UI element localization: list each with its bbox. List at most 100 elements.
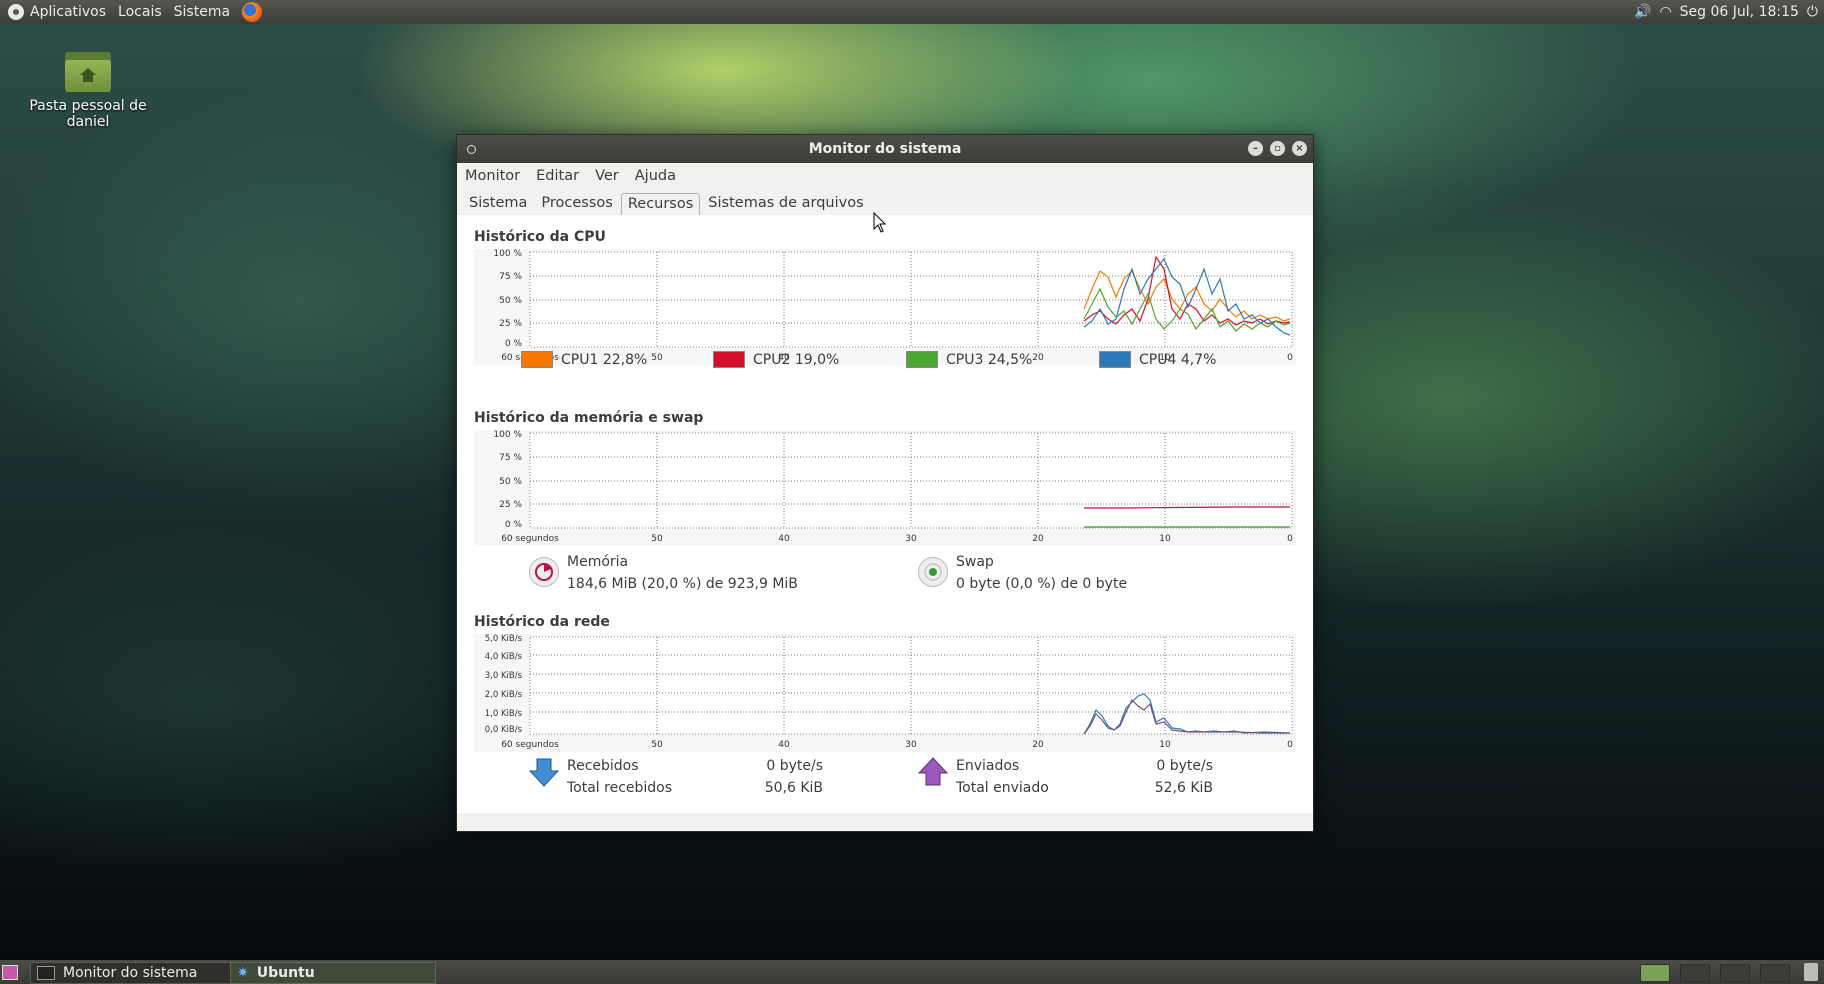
memory-xtick: 20 (1032, 534, 1044, 544)
legend-cpu2-name: CPU2 (753, 351, 791, 368)
system-monitor-icon (37, 966, 55, 980)
tab-sistema[interactable]: Sistema (463, 195, 533, 215)
memory-ytick: 0 % (505, 520, 523, 530)
ubuntu-logo-icon[interactable] (8, 4, 24, 20)
cpu-ytick: 75 % (499, 272, 522, 282)
menu-ver[interactable]: Ver (595, 168, 619, 184)
network-xtick: 30 (905, 740, 917, 750)
workspace-1[interactable] (1640, 964, 1670, 982)
sent-label: Enviados (956, 758, 1020, 774)
workspace-3[interactable] (1720, 964, 1750, 982)
total-sent-value: 52,6 KiB (1154, 780, 1213, 796)
menu-sistema[interactable]: Sistema (174, 4, 230, 20)
workspace-4[interactable] (1760, 964, 1790, 982)
memory-pie-icon[interactable] (529, 557, 559, 587)
network-ytick: 1,0 KiB/s (485, 709, 523, 719)
network-ytick: 2,0 KiB/s (485, 690, 523, 700)
memory-xtick: 50 (651, 534, 663, 544)
network-graph: 5,0 KiB/s 4,0 KiB/s 3,0 KiB/s 2,0 KiB/s … (474, 634, 1296, 752)
cpu2-color-swatch[interactable] (713, 351, 745, 368)
menu-editar[interactable]: Editar (536, 168, 579, 184)
menu-ajuda[interactable]: Ajuda (635, 168, 676, 184)
network-xtick: 50 (651, 740, 663, 750)
cpu-xtick: 50 (651, 353, 663, 363)
firefox-launcher-icon[interactable] (242, 2, 263, 22)
legend-cpu2-value: 19,0% (794, 351, 840, 368)
network-graph-svg: 5,0 KiB/s 4,0 KiB/s 3,0 KiB/s 2,0 KiB/s … (485, 634, 1293, 750)
wifi-icon[interactable]: ◠ (1659, 4, 1671, 20)
tab-sistemas-de-arquivos[interactable]: Sistemas de arquivos (702, 195, 869, 215)
ubuntu-sun-icon: ✷ (237, 965, 249, 981)
clock[interactable]: Seg 06 Jul, 18:15 (1680, 4, 1799, 20)
swap-value: 0 byte (0,0 %) de 0 byte (956, 576, 1128, 592)
memory-graph: 100 % 75 % 50 % 25 % 0 % 60 segundos 50 … (474, 430, 1296, 546)
tab-recursos[interactable]: Recursos (620, 193, 701, 216)
memory-ytick: 75 % (499, 453, 522, 463)
cpu-ytick: 0 % (505, 339, 523, 349)
network-xtick: 40 (778, 740, 790, 750)
legend-cpu4-value: 4,7% (1180, 351, 1217, 368)
cpu-graph-svg: 100 % 75 % 50 % 25 % 0 % 60 segundos 50 … (493, 249, 1293, 363)
network-xtick: 20 (1032, 740, 1044, 750)
legend-cpu1-value: 22,8% (602, 351, 648, 368)
cpu3-color-swatch[interactable] (906, 351, 938, 368)
cpu-graph: 100 % 75 % 50 % 25 % 0 % 60 segundos 50 … (474, 249, 1296, 365)
total-sent-label: Total enviado (956, 780, 1049, 796)
maximize-icon[interactable]: ▫ (1270, 141, 1285, 156)
received-icon[interactable] (528, 757, 560, 791)
desktop-home-folder-label: Pasta pessoal de daniel (29, 98, 147, 130)
received-label: Recebidos (567, 758, 639, 774)
show-desktop-icon[interactable] (2, 965, 18, 980)
taskbar-item-monitor-label: Monitor do sistema (63, 965, 198, 981)
cpu-xtick: 0 (1287, 353, 1293, 363)
top-panel-indicators: 🔊 ◠ Seg 06 Jul, 18:15 ⏻ (1634, 0, 1824, 24)
memory-label: Memória (567, 554, 629, 570)
legend-cpu1[interactable]: CPU1 22,8% (521, 351, 647, 368)
volume-icon[interactable]: 🔊 (1634, 4, 1651, 20)
legend-cpu3[interactable]: CPU3 24,5% (906, 351, 1032, 368)
cpu-ytick: 50 % (499, 296, 522, 306)
desktop-home-folder[interactable]: Pasta pessoal de daniel (28, 52, 148, 130)
cpu1-color-swatch[interactable] (521, 351, 553, 368)
system-monitor-window: Monitor do sistema – ▫ × Monitor Editar … (456, 134, 1314, 832)
legend-cpu2[interactable]: CPU2 19,0% (713, 351, 839, 368)
taskbar-item-ubuntu[interactable]: ✷ Ubuntu (230, 962, 436, 984)
memory-xtick: 0 (1287, 534, 1293, 544)
legend-cpu4[interactable]: CPU4 4,7% (1099, 351, 1216, 368)
top-panel: Aplicativos Locais Sistema 🔊 ◠ Seg 06 Ju… (0, 0, 1824, 24)
window-titlebar[interactable]: Monitor do sistema – ▫ × (457, 135, 1313, 163)
trash-icon[interactable] (1804, 963, 1818, 981)
window-statusbar (457, 813, 1313, 831)
mouse-cursor-icon (873, 212, 887, 233)
menu-aplicativos[interactable]: Aplicativos (30, 4, 106, 20)
legend-cpu4-name: CPU4 (1139, 351, 1177, 368)
taskbar-item-monitor[interactable]: Monitor do sistema (30, 962, 234, 984)
network-section-title: Histórico da rede (474, 614, 610, 630)
menubar: Monitor Editar Ver Ajuda (457, 163, 1313, 189)
network-xtick: 0 (1287, 740, 1293, 750)
network-xtick: 10 (1159, 740, 1171, 750)
menu-locais[interactable]: Locais (118, 4, 162, 20)
minimize-icon[interactable]: – (1248, 141, 1263, 156)
swap-info: Swap 0 byte (0,0 %) de 0 byte (956, 551, 1127, 595)
memory-info: Memória 184,6 MiB (20,0 %) de 923,9 MiB (567, 551, 798, 595)
cpu-section-title: Histórico da CPU (474, 229, 606, 245)
workspace-2[interactable] (1680, 964, 1710, 982)
tab-processos[interactable]: Processos (535, 195, 618, 215)
menu-monitor[interactable]: Monitor (465, 168, 520, 184)
memory-graph-svg: 100 % 75 % 50 % 25 % 0 % 60 segundos 50 … (493, 430, 1293, 544)
memory-ytick: 100 % (493, 430, 522, 440)
cpu4-color-swatch[interactable] (1099, 351, 1131, 368)
resources-panel: Histórico da CPU 100 % 75 % 50 % 25 % 0 … (457, 215, 1313, 814)
close-icon[interactable]: × (1292, 141, 1307, 156)
memory-xtick: 60 segundos (501, 534, 559, 544)
sent-rate: 0 byte/s (1156, 758, 1213, 774)
bottom-panel: Monitor do sistema ✷ Ubuntu (0, 960, 1824, 984)
swap-pie-icon[interactable] (918, 557, 948, 587)
legend-cpu3-name: CPU3 (946, 351, 984, 368)
power-icon[interactable]: ⏻ (1807, 4, 1818, 20)
sent-icon[interactable] (917, 757, 949, 791)
network-xtick: 60 segundos (501, 740, 559, 750)
received-values: 0 byte/s 50,6 KiB (737, 755, 823, 799)
network-ytick: 4,0 KiB/s (485, 652, 523, 662)
